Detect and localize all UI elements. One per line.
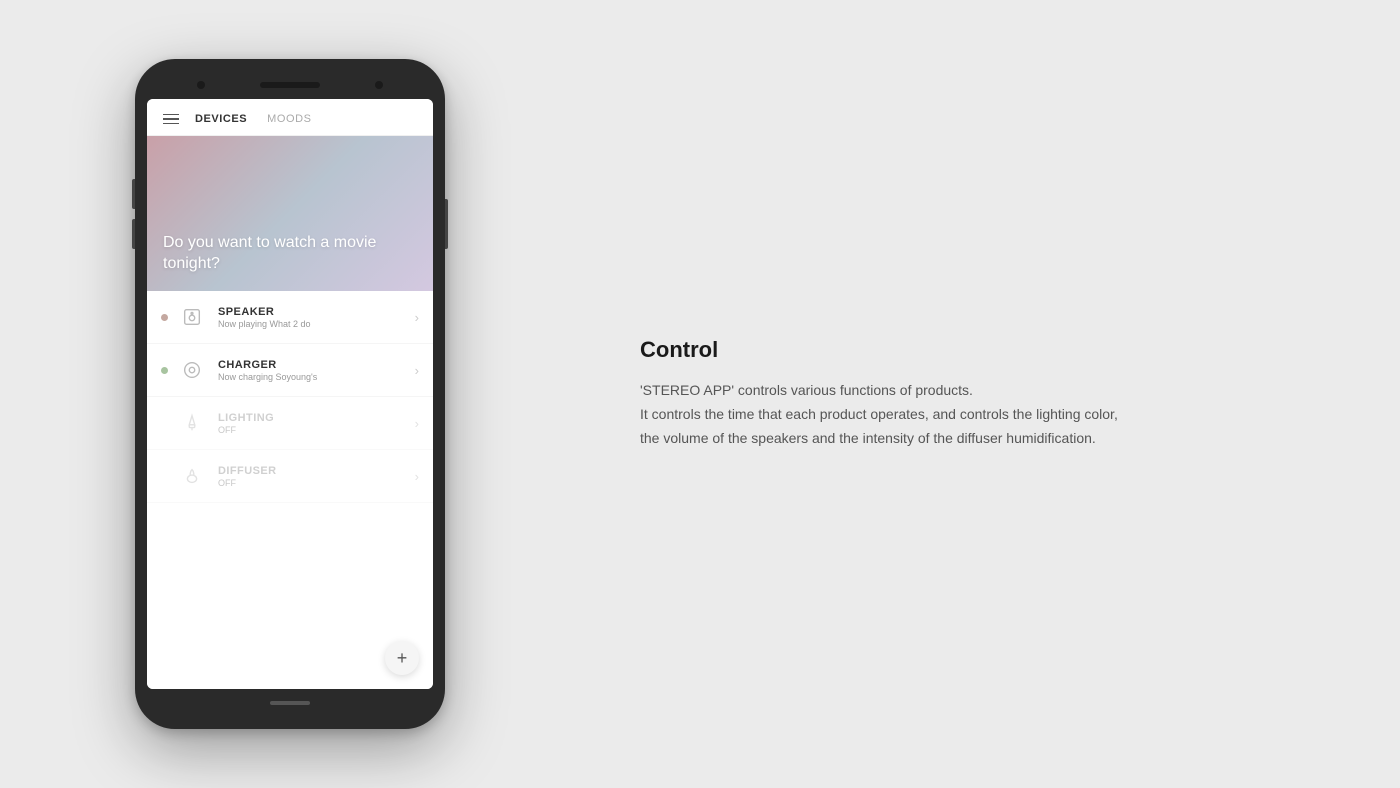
diffuser-icon <box>178 462 206 490</box>
right-panel: Control 'STEREO APP' controls various fu… <box>580 297 1400 490</box>
charger-icon <box>178 356 206 384</box>
diffuser-chevron: › <box>415 469 419 484</box>
charger-chevron: › <box>415 363 419 378</box>
speaker-info: SPEAKER Now playing What 2 do <box>218 306 415 329</box>
lighting-name: LIGHTING <box>218 412 415 424</box>
control-title: Control <box>640 337 1340 363</box>
diffuser-name: DIFFUSER <box>218 465 415 477</box>
device-list: SPEAKER Now playing What 2 do › <box>147 291 433 689</box>
device-item-speaker[interactable]: SPEAKER Now playing What 2 do › <box>147 291 433 344</box>
hero-text: Do you want to watch a movie tonight? <box>163 232 417 275</box>
speaker-name: SPEAKER <box>218 306 415 318</box>
phone-top-bar <box>147 71 433 99</box>
charger-status: Now charging Soyoung's <box>218 372 415 382</box>
lighting-chevron: › <box>415 416 419 431</box>
tab-devices[interactable]: DEVICES <box>195 113 247 125</box>
phone-frame: DEVICES MOODS Do you want to watch a mov… <box>135 59 445 729</box>
home-indicator <box>270 701 310 705</box>
front-camera <box>197 81 205 89</box>
app-header: DEVICES MOODS <box>147 99 433 136</box>
sensor <box>375 81 383 89</box>
lighting-info: LIGHTING OFF <box>218 412 415 435</box>
description-line2: It controls the time that each product o… <box>640 406 1118 422</box>
status-dot-charger <box>161 367 168 374</box>
phone-bottom-bar <box>147 689 433 717</box>
device-item-lighting[interactable]: LIGHTING OFF › <box>147 397 433 450</box>
description-line3: the volume of the speakers and the inten… <box>640 430 1096 446</box>
phone-mockup: DEVICES MOODS Do you want to watch a mov… <box>0 0 580 788</box>
hamburger-menu-button[interactable] <box>163 114 179 125</box>
tab-moods[interactable]: MOODS <box>267 113 311 125</box>
diffuser-info: DIFFUSER OFF <box>218 465 415 488</box>
status-dot-speaker <box>161 314 168 321</box>
hero-banner: Do you want to watch a movie tonight? <box>147 136 433 291</box>
speaker-icon <box>178 303 206 331</box>
nav-tabs: DEVICES MOODS <box>195 113 311 125</box>
add-device-button[interactable]: + <box>385 641 419 675</box>
lighting-status: OFF <box>218 425 415 435</box>
diffuser-status: OFF <box>218 478 415 488</box>
device-item-diffuser[interactable]: DIFFUSER OFF › <box>147 450 433 503</box>
description-line1: 'STEREO APP' controls various functions … <box>640 382 973 398</box>
lighting-icon <box>178 409 206 437</box>
volume-btn-up <box>132 179 135 209</box>
volume-btn-down <box>132 219 135 249</box>
charger-info: CHARGER Now charging Soyoung's <box>218 359 415 382</box>
speaker-status: Now playing What 2 do <box>218 319 415 329</box>
charger-name: CHARGER <box>218 359 415 371</box>
earpiece <box>260 82 320 88</box>
phone-screen: DEVICES MOODS Do you want to watch a mov… <box>147 99 433 689</box>
power-btn <box>445 199 448 249</box>
device-item-charger[interactable]: CHARGER Now charging Soyoung's › <box>147 344 433 397</box>
control-description: 'STEREO APP' controls various functions … <box>640 379 1240 450</box>
speaker-chevron: › <box>415 310 419 325</box>
